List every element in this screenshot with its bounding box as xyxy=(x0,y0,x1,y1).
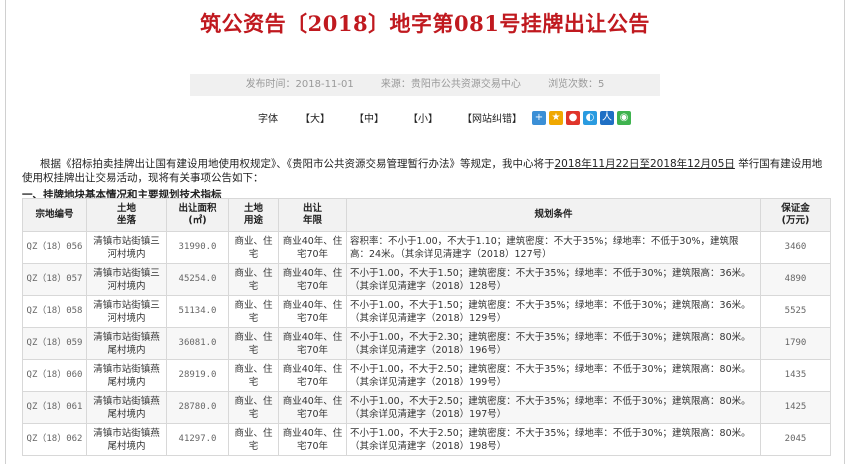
publish-time: 发布时间：2018-11-01 xyxy=(245,79,354,90)
table-row: QZ（18）056 清镇市站街镇三河村境内 31990.0 商业、住宅 商业40年、住宅… xyxy=(22,231,831,264)
wechat-icon[interactable]: ◉ xyxy=(617,110,631,125)
cell-land-use: 商业、住宅 xyxy=(228,231,279,264)
cell-land-use: 商业、住宅 xyxy=(228,391,279,424)
cell-area: 41297.0 xyxy=(166,423,229,456)
parcel-table: 宗地编号 土地 坐落 出让面积 (㎡) 土地 用途 出让 年限 规划条件 保证金 (万元) QZ（18… xyxy=(22,198,831,456)
cell-deposit: 1435 xyxy=(760,359,831,392)
cell-parcel-id: QZ（18）060 xyxy=(22,359,87,392)
table-header-row: 宗地编号 土地 坐落 出让面积 (㎡) 土地 用途 出让 年限 规划条件 保证金 (万元) xyxy=(22,198,831,232)
cell-planning-conditions: 不小于1.00，不大于2.50；建筑密度：不大于35%；绿地率：不低于30%；建… xyxy=(346,391,761,424)
cell-term: 商业40年、住宅70年 xyxy=(278,391,347,424)
cell-land-use: 商业、住宅 xyxy=(228,359,279,392)
cell-deposit: 4890 xyxy=(760,263,831,296)
cell-planning-conditions: 不小于1.00，不大于2.30；建筑密度：不大于35%；绿地率：不低于30%；建… xyxy=(346,327,761,360)
cell-planning-conditions: 不小于1.00，不大于2.50；建筑密度：不大于35%；绿地率：不低于30%；建… xyxy=(346,423,761,456)
intro-paragraph: 根据《招标拍卖挂牌出让国有建设用地使用权规定》、《贵阳市公共资源交易管理暂行办法… xyxy=(22,157,830,185)
cell-planning-conditions: 不小于1.00，不大于1.50；建筑密度：不大于35%；绿地率：不低于30%；建… xyxy=(346,263,761,296)
column-header: 土地 用途 xyxy=(228,198,279,232)
cell-deposit: 1425 xyxy=(760,391,831,424)
cell-term: 商业40年、住宅70年 xyxy=(278,359,347,392)
cell-planning-conditions: 不小于1.00，不大于1.50；建筑密度：不大于35%；绿地率：不低于30%；建… xyxy=(346,295,761,328)
end-date: 2018年12月05日 xyxy=(649,158,735,170)
weibo-icon[interactable]: ● xyxy=(566,110,580,125)
intro-text: 根据《招标拍卖挂牌出让国有建设用地使用权规定》、《贵阳市公共资源交易管理暂行办法… xyxy=(40,158,555,170)
cell-deposit: 1790 xyxy=(760,327,831,360)
table-row: QZ（18）062 清镇市站街镇燕尾村境内 41297.0 商业、住宅 商业40年、住宅… xyxy=(22,423,831,456)
cell-parcel-id: QZ（18）061 xyxy=(22,391,87,424)
cell-parcel-id: QZ（18）058 xyxy=(22,295,87,328)
column-header: 规划条件 xyxy=(346,198,761,232)
table-row: QZ（18）058 清镇市站街镇三河村境内 51134.0 商业、住宅 商业40年、住宅… xyxy=(22,295,831,328)
font-size-label: 字体 xyxy=(258,114,278,125)
table-row: QZ（18）057 清镇市站街镇三河村境内 45254.0 商业、住宅 商业40年、住宅… xyxy=(22,263,831,296)
cell-term: 商业40年、住宅70年 xyxy=(278,327,347,360)
kaixin-icon[interactable]: ★ xyxy=(549,110,563,125)
page-title: 筑公资告〔2018〕地字第081号挂牌出让公告 xyxy=(200,11,650,36)
cell-parcel-id: QZ（18）057 xyxy=(22,263,87,296)
date-separator: 至 xyxy=(639,158,650,170)
tqq-icon[interactable]: ◐ xyxy=(583,110,597,125)
article-meta-bar: 发布时间：2018-11-01 来源：贵阳市公共资源交易中心 浏览次数：5 xyxy=(190,74,660,96)
source: 来源：贵阳市公共资源交易中心 xyxy=(380,79,521,90)
cell-area: 28919.0 xyxy=(166,359,229,392)
cell-planning-conditions: 不小于1.00，不大于2.50；建筑密度：不大于35%；绿地率：不低于30%；建… xyxy=(346,359,761,392)
cell-term: 商业40年、住宅70年 xyxy=(278,263,347,296)
table-row: QZ（18）059 清镇市站街镇燕尾村境内 36081.0 商业、住宅 商业40年、住宅… xyxy=(22,327,831,360)
cell-land-use: 商业、住宅 xyxy=(228,263,279,296)
cell-location: 清镇市站街镇三河村境内 xyxy=(86,295,167,328)
font-small-button[interactable]: 【小】 xyxy=(408,110,438,125)
qzone-icon[interactable]: + xyxy=(532,110,546,125)
table-row: QZ（18）060 清镇市站街镇燕尾村境内 28919.0 商业、住宅 商业40年、住宅… xyxy=(22,359,831,392)
renren-icon[interactable]: 人 xyxy=(600,110,614,125)
cell-location: 清镇市站街镇三河村境内 xyxy=(86,231,167,264)
font-large-button[interactable]: 【大】 xyxy=(300,110,330,125)
cell-land-use: 商业、住宅 xyxy=(228,295,279,328)
cell-term: 商业40年、住宅70年 xyxy=(278,423,347,456)
table-row: QZ（18）061 清镇市站街镇燕尾村境内 28780.0 商业、住宅 商业40年、住宅… xyxy=(22,391,831,424)
cell-location: 清镇市站街镇燕尾村境内 xyxy=(86,391,167,424)
cell-location: 清镇市站街镇燕尾村境内 xyxy=(86,423,167,456)
start-date: 2018年11月22日 xyxy=(554,158,640,170)
cell-area: 51134.0 xyxy=(166,295,229,328)
cell-deposit: 5525 xyxy=(760,295,831,328)
cell-land-use: 商业、住宅 xyxy=(228,423,279,456)
share-buttons: + ★ ● ◐ 人 ◉ xyxy=(532,110,631,125)
column-header: 保证金 (万元) xyxy=(760,198,831,232)
cell-location: 清镇市站街镇三河村境内 xyxy=(86,263,167,296)
cell-term: 商业40年、住宅70年 xyxy=(278,231,347,264)
view-count: 浏览次数：5 xyxy=(548,79,605,90)
cell-area: 28780.0 xyxy=(166,391,229,424)
column-header: 出让 年限 xyxy=(278,198,347,232)
font-toolbar: 字体 【大】 【中】 【小】 【网站纠错】 + ★ ● ◐ 人 ◉ xyxy=(258,110,631,125)
font-medium-button[interactable]: 【中】 xyxy=(354,110,384,125)
cell-parcel-id: QZ（18）059 xyxy=(22,327,87,360)
cell-term: 商业40年、住宅70年 xyxy=(278,295,347,328)
cell-location: 清镇市站街镇燕尾村境内 xyxy=(86,327,167,360)
cell-area: 36081.0 xyxy=(166,327,229,360)
cell-area: 31990.0 xyxy=(166,231,229,264)
cell-parcel-id: QZ（18）056 xyxy=(22,231,87,264)
cell-parcel-id: QZ（18）062 xyxy=(22,423,87,456)
column-header: 出让面积 (㎡) xyxy=(166,198,229,232)
cell-deposit: 2045 xyxy=(760,423,831,456)
cell-land-use: 商业、住宅 xyxy=(228,327,279,360)
cell-deposit: 3460 xyxy=(760,231,831,264)
column-header: 宗地编号 xyxy=(22,198,87,232)
column-header: 土地 坐落 xyxy=(86,198,167,232)
cell-location: 清镇市站街镇燕尾村境内 xyxy=(86,359,167,392)
report-error-link[interactable]: 【网站纠错】 xyxy=(462,110,522,125)
cell-planning-conditions: 容积率：不小于1.00，不大于1.10；建筑密度：不大于35%；绿地率：不低于3… xyxy=(346,231,761,264)
cell-area: 45254.0 xyxy=(166,263,229,296)
